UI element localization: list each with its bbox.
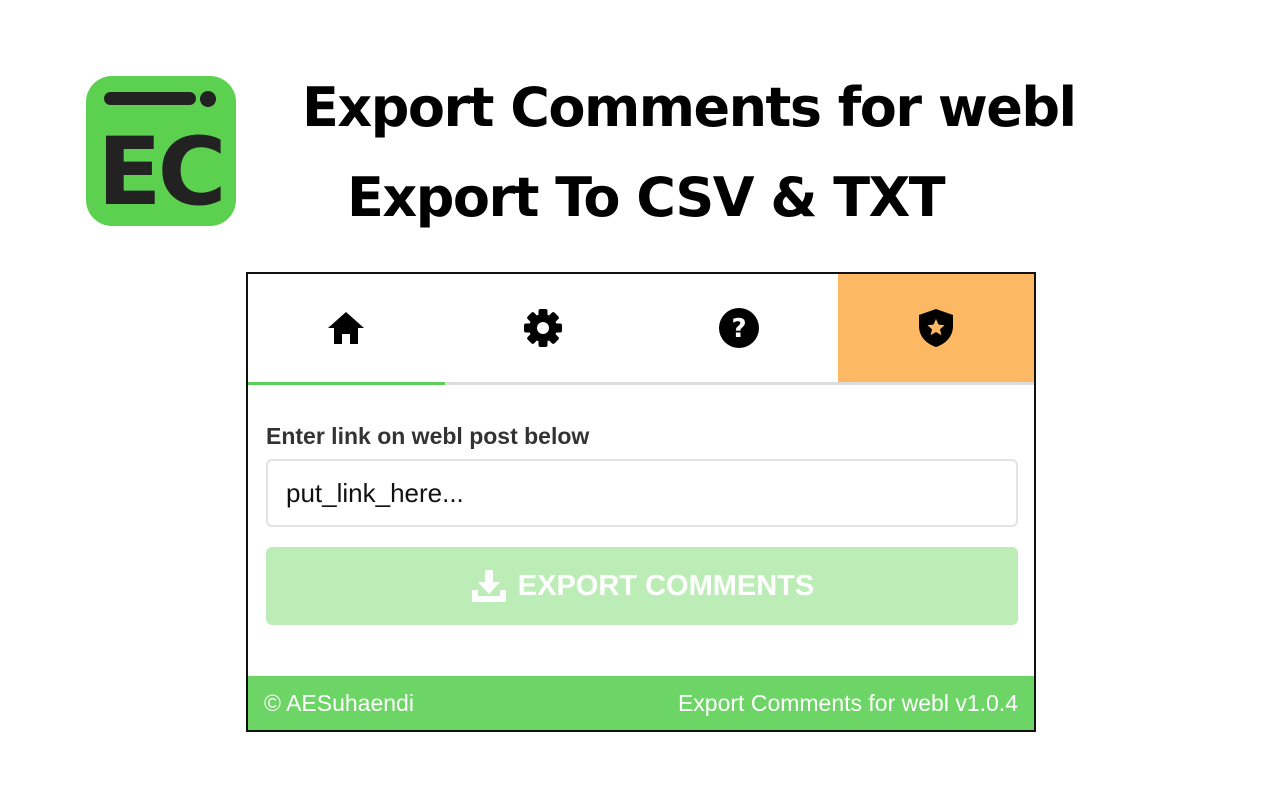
tab-home[interactable] <box>248 274 445 385</box>
tab-help[interactable]: ? <box>641 274 838 382</box>
popup-footer: © AESuhaendi Export Comments for webl v1… <box>248 676 1034 730</box>
tab-settings[interactable] <box>445 274 642 382</box>
help-icon: ? <box>719 308 760 348</box>
shield-star-icon <box>918 309 953 347</box>
download-icon <box>471 570 506 602</box>
tab-bar: ? <box>248 274 1034 385</box>
gear-icon <box>523 309 562 347</box>
banner-title: Export Comments for webl <box>302 76 1077 139</box>
version-text: Export Comments for webl v1.0.4 <box>677 689 1018 716</box>
svg-text:?: ? <box>732 314 747 344</box>
app-logo: EC <box>86 76 236 226</box>
export-button-label: EXPORT COMMENTS <box>517 569 815 602</box>
post-link-input[interactable] <box>266 459 1018 527</box>
home-panel: Enter link on webl post below EXPORT COM… <box>248 385 1034 675</box>
tab-premium[interactable] <box>837 274 1034 382</box>
link-field-label: Enter link on webl post below <box>266 423 590 449</box>
extension-popup: ? Enter link on webl post below EXPORT C… <box>246 272 1036 732</box>
export-comments-button[interactable]: EXPORT COMMENTS <box>266 547 1018 625</box>
copyright-text: © AESuhaendi <box>264 689 414 716</box>
logo-text: EC <box>97 118 222 226</box>
home-icon <box>328 312 365 344</box>
banner-subtitle: Export To CSV & TXT <box>347 166 946 229</box>
